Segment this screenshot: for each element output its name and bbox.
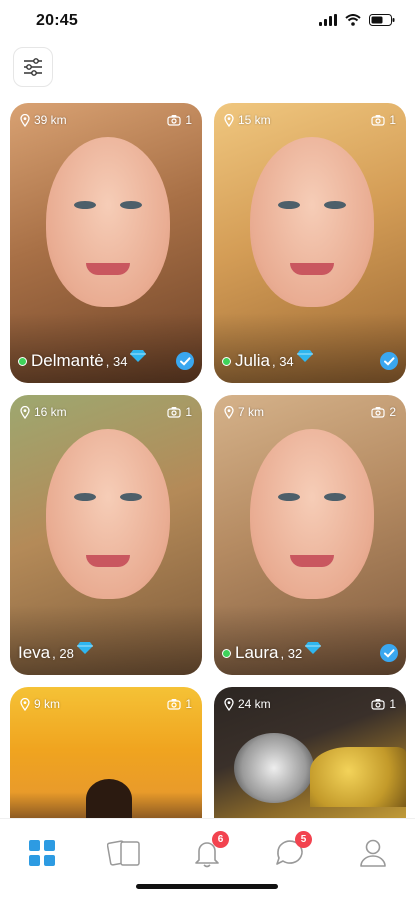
photo-count: 1 [167,697,192,711]
profile-card[interactable]: 7 km 2 Laura , 32 [214,395,406,675]
profile-card[interactable]: 39 km 1 Delmantė , 34 [10,103,202,383]
card-meta: 24 km 1 [224,697,396,711]
wifi-icon [345,14,361,26]
sliders-icon [24,58,42,76]
filter-button[interactable] [13,47,53,87]
profile-card[interactable]: 24 km 1 [214,687,406,827]
distance: 15 km [224,113,271,127]
location-pin-icon [20,113,30,127]
location-pin-icon [20,405,30,419]
profile-icon [360,839,386,867]
status-time: 20:45 [36,12,78,29]
card-info: Julia , 34 [222,350,398,371]
online-indicator [222,356,231,366]
card-info: Laura , 32 [222,642,398,663]
face-illustration [46,137,170,307]
card-meta: 39 km 1 [20,113,192,127]
photo-count: 2 [371,405,396,419]
camera-icon [167,699,181,710]
photo-count: 1 [167,113,192,127]
distance: 7 km [224,405,264,419]
photo-count: 1 [371,697,396,711]
camera-icon [371,115,385,126]
camera-icon [371,407,385,418]
diamond-icon [76,642,93,654]
distance: 24 km [224,697,271,711]
profile-card[interactable]: 15 km 1 Julia , 34 [214,103,406,383]
online-indicator [18,356,27,366]
battery-icon [369,14,395,26]
face-illustration [250,429,374,599]
diamond-icon [130,350,147,362]
verified-icon [176,352,194,370]
profile-card[interactable]: 16 km 1 Ieva , 28 [10,395,202,675]
nav-notifications[interactable]: 6 [187,831,229,873]
diamond-icon [296,350,313,362]
profile-name: Ieva [18,643,51,662]
profile-card[interactable]: 9 km 1 [10,687,202,827]
camera-icon [167,407,181,418]
profile-age: , 32 [280,645,303,661]
location-pin-icon [224,405,234,419]
card-info: Delmantė , 34 [18,350,194,371]
profile-age: , 34 [105,353,128,369]
distance: 39 km [20,113,67,127]
verified-icon [380,644,398,662]
status-icons [319,14,395,26]
grid-icon [29,840,55,866]
notification-badge: 6 [212,831,229,848]
card-meta: 15 km 1 [224,113,396,127]
cards-icon [107,840,140,866]
nav-profile[interactable] [353,833,393,873]
signal-icon [319,14,337,26]
photo-count: 1 [371,113,396,127]
distance: 16 km [20,405,67,419]
camera-icon [371,699,385,710]
verified-icon [380,352,398,370]
nav-browse[interactable] [22,833,62,873]
camera-icon [167,115,181,126]
location-pin-icon [20,697,30,711]
location-pin-icon [224,113,234,127]
message-badge: 5 [295,831,312,848]
card-meta: 9 km 1 [20,697,192,711]
card-meta: 7 km 2 [224,405,396,419]
profile-name: Julia [235,351,270,370]
distance: 9 km [20,697,60,711]
card-info: Ieva , 28 [18,642,194,663]
online-indicator [222,648,231,658]
location-pin-icon [224,697,234,711]
nav-messages[interactable]: 5 [270,831,312,873]
face-illustration [250,137,374,307]
nav-cards[interactable] [105,833,145,873]
face-illustration [46,429,170,599]
profile-name: Laura [235,643,279,662]
diamond-icon [305,642,322,654]
card-meta: 16 km 1 [20,405,192,419]
profile-name: Delmantė [31,351,104,370]
profile-age: , 34 [271,353,294,369]
photo-count: 1 [167,405,192,419]
home-indicator [136,884,278,889]
status-bar: 20:45 [0,0,415,44]
profile-age: , 28 [52,645,74,661]
